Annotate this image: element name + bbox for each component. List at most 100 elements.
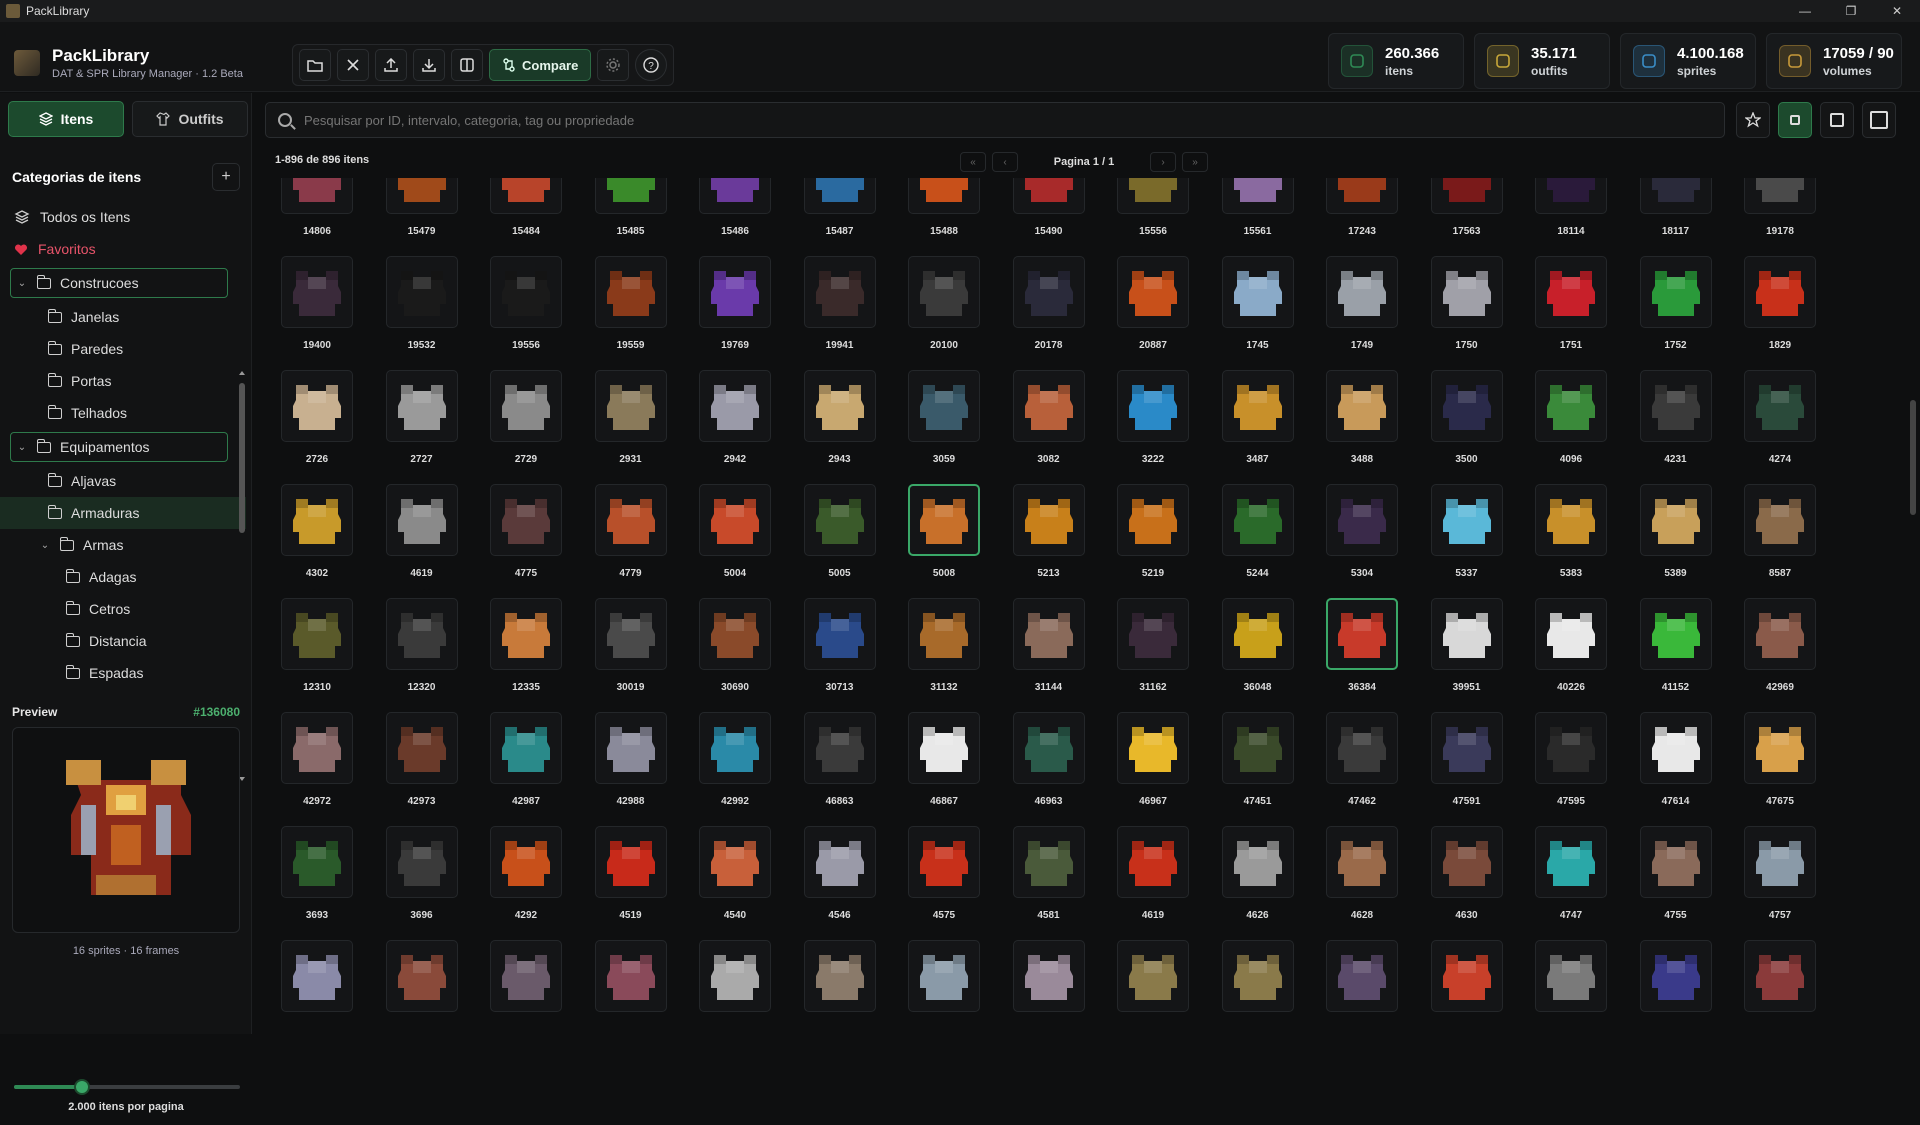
item-cell[interactable]: 2727 <box>370 370 474 484</box>
item-cell[interactable]: 12320 <box>370 598 474 712</box>
item-tile[interactable] <box>908 712 980 784</box>
item-cell[interactable]: 5008 <box>892 484 996 598</box>
item-tile[interactable] <box>1639 484 1712 556</box>
tree-item-portas[interactable]: Portas <box>0 365 246 397</box>
item-tile[interactable] <box>1430 826 1503 898</box>
item-cell[interactable]: 4546 <box>788 826 892 940</box>
item-tile[interactable] <box>490 256 562 328</box>
last-page-button[interactable]: » <box>1182 152 1208 172</box>
tree-item-distancia[interactable]: Distancia <box>0 625 246 657</box>
item-cell[interactable]: 4779 <box>579 484 683 598</box>
item-tile[interactable] <box>1639 940 1712 1012</box>
item-cell[interactable]: 19532 <box>370 256 474 370</box>
item-tile[interactable] <box>1117 256 1189 328</box>
chevron-down-icon[interactable]: ⌄ <box>15 442 29 453</box>
item-cell[interactable]: 31162 <box>1101 598 1205 712</box>
item-cell[interactable]: 4519 <box>579 826 683 940</box>
item-cell[interactable]: 4231 <box>1624 370 1728 484</box>
item-cell[interactable]: 3696 <box>370 826 474 940</box>
tree-item-armaduras[interactable]: Armaduras <box>0 497 246 529</box>
item-tile[interactable] <box>385 712 458 784</box>
item-cell[interactable]: 3488 <box>1310 370 1414 484</box>
item-cell[interactable]: 4575 <box>892 826 996 940</box>
item-tile[interactable] <box>1639 826 1712 898</box>
item-cell[interactable]: 36384 <box>1310 598 1414 712</box>
item-tile[interactable] <box>1221 256 1294 328</box>
item-cell[interactable]: 20887 <box>1101 256 1205 370</box>
next-page-button[interactable]: › <box>1150 152 1176 172</box>
view-small-button[interactable] <box>1778 102 1812 138</box>
item-cell[interactable]: 41152 <box>1624 598 1728 712</box>
item-cell[interactable]: 4628 <box>1310 826 1414 940</box>
item-cell[interactable]: 30690 <box>683 598 787 712</box>
item-cell[interactable] <box>1624 940 1728 1034</box>
panel-toggle-button[interactable] <box>451 49 483 81</box>
item-tile[interactable] <box>908 256 980 328</box>
item-tile[interactable] <box>803 256 876 328</box>
item-tile[interactable] <box>490 178 562 214</box>
item-tile[interactable] <box>1117 598 1189 670</box>
tree-item-janelas[interactable]: Janelas <box>0 301 246 333</box>
item-cell[interactable]: 18114 <box>1519 178 1623 256</box>
item-cell[interactable] <box>370 940 474 1034</box>
item-cell[interactable]: 19556 <box>474 256 578 370</box>
item-cell[interactable]: 42969 <box>1728 598 1832 712</box>
item-tile[interactable] <box>385 940 458 1012</box>
item-tile[interactable] <box>490 940 562 1012</box>
item-tile[interactable] <box>1012 826 1085 898</box>
item-tile[interactable] <box>1639 712 1712 784</box>
item-cell[interactable]: 47591 <box>1415 712 1519 826</box>
item-tile[interactable] <box>699 712 771 784</box>
item-tile[interactable] <box>1117 712 1189 784</box>
item-tile[interactable] <box>1430 178 1503 214</box>
item-cell[interactable]: 3500 <box>1415 370 1519 484</box>
item-tile[interactable] <box>908 598 980 670</box>
item-cell[interactable] <box>1310 940 1414 1034</box>
item-tile[interactable] <box>699 484 771 556</box>
item-cell[interactable]: 4747 <box>1519 826 1623 940</box>
item-cell[interactable]: 4096 <box>1519 370 1623 484</box>
item-cell[interactable]: 19400 <box>265 256 369 370</box>
item-tile[interactable] <box>594 826 667 898</box>
item-tile[interactable] <box>1430 712 1503 784</box>
item-cell[interactable] <box>579 940 683 1034</box>
item-cell[interactable]: 15484 <box>474 178 578 256</box>
item-tile[interactable] <box>1012 598 1085 670</box>
item-tile[interactable] <box>1117 178 1189 214</box>
item-tile[interactable] <box>699 370 771 442</box>
item-cell[interactable]: 47595 <box>1519 712 1623 826</box>
item-cell[interactable]: 4540 <box>683 826 787 940</box>
tree-item-espadas[interactable]: Espadas <box>0 657 246 689</box>
tree-scroll-thumb[interactable] <box>239 383 245 533</box>
item-cell[interactable]: 18117 <box>1624 178 1728 256</box>
item-cell[interactable]: 3487 <box>1206 370 1310 484</box>
item-cell[interactable] <box>265 940 369 1034</box>
item-cell[interactable] <box>1519 940 1623 1034</box>
item-tile[interactable] <box>1535 712 1607 784</box>
item-cell[interactable]: 1752 <box>1624 256 1728 370</box>
item-tile[interactable] <box>385 370 458 442</box>
item-cell[interactable] <box>1101 940 1205 1034</box>
item-tile[interactable] <box>803 484 876 556</box>
favorites-filter-button[interactable] <box>1736 102 1770 138</box>
item-cell[interactable]: 5244 <box>1206 484 1310 598</box>
item-tile[interactable] <box>385 484 458 556</box>
chevron-down-icon[interactable]: ⌄ <box>15 278 29 289</box>
item-cell[interactable]: 1829 <box>1728 256 1832 370</box>
item-tile[interactable] <box>1326 256 1398 328</box>
item-tile[interactable] <box>1535 256 1607 328</box>
item-cell[interactable]: 3059 <box>892 370 996 484</box>
item-cell[interactable]: 15488 <box>892 178 996 256</box>
item-cell[interactable]: 47614 <box>1624 712 1728 826</box>
item-tile[interactable] <box>699 826 771 898</box>
item-tile[interactable] <box>281 826 353 898</box>
view-medium-button[interactable] <box>1820 102 1854 138</box>
item-tile[interactable] <box>1221 826 1294 898</box>
item-cell[interactable]: 4626 <box>1206 826 1310 940</box>
item-cell[interactable]: 36048 <box>1206 598 1310 712</box>
item-tile[interactable] <box>699 256 771 328</box>
item-tile[interactable] <box>1639 178 1712 214</box>
item-tile[interactable] <box>490 484 562 556</box>
item-cell[interactable]: 46867 <box>892 712 996 826</box>
item-tile[interactable] <box>803 712 876 784</box>
